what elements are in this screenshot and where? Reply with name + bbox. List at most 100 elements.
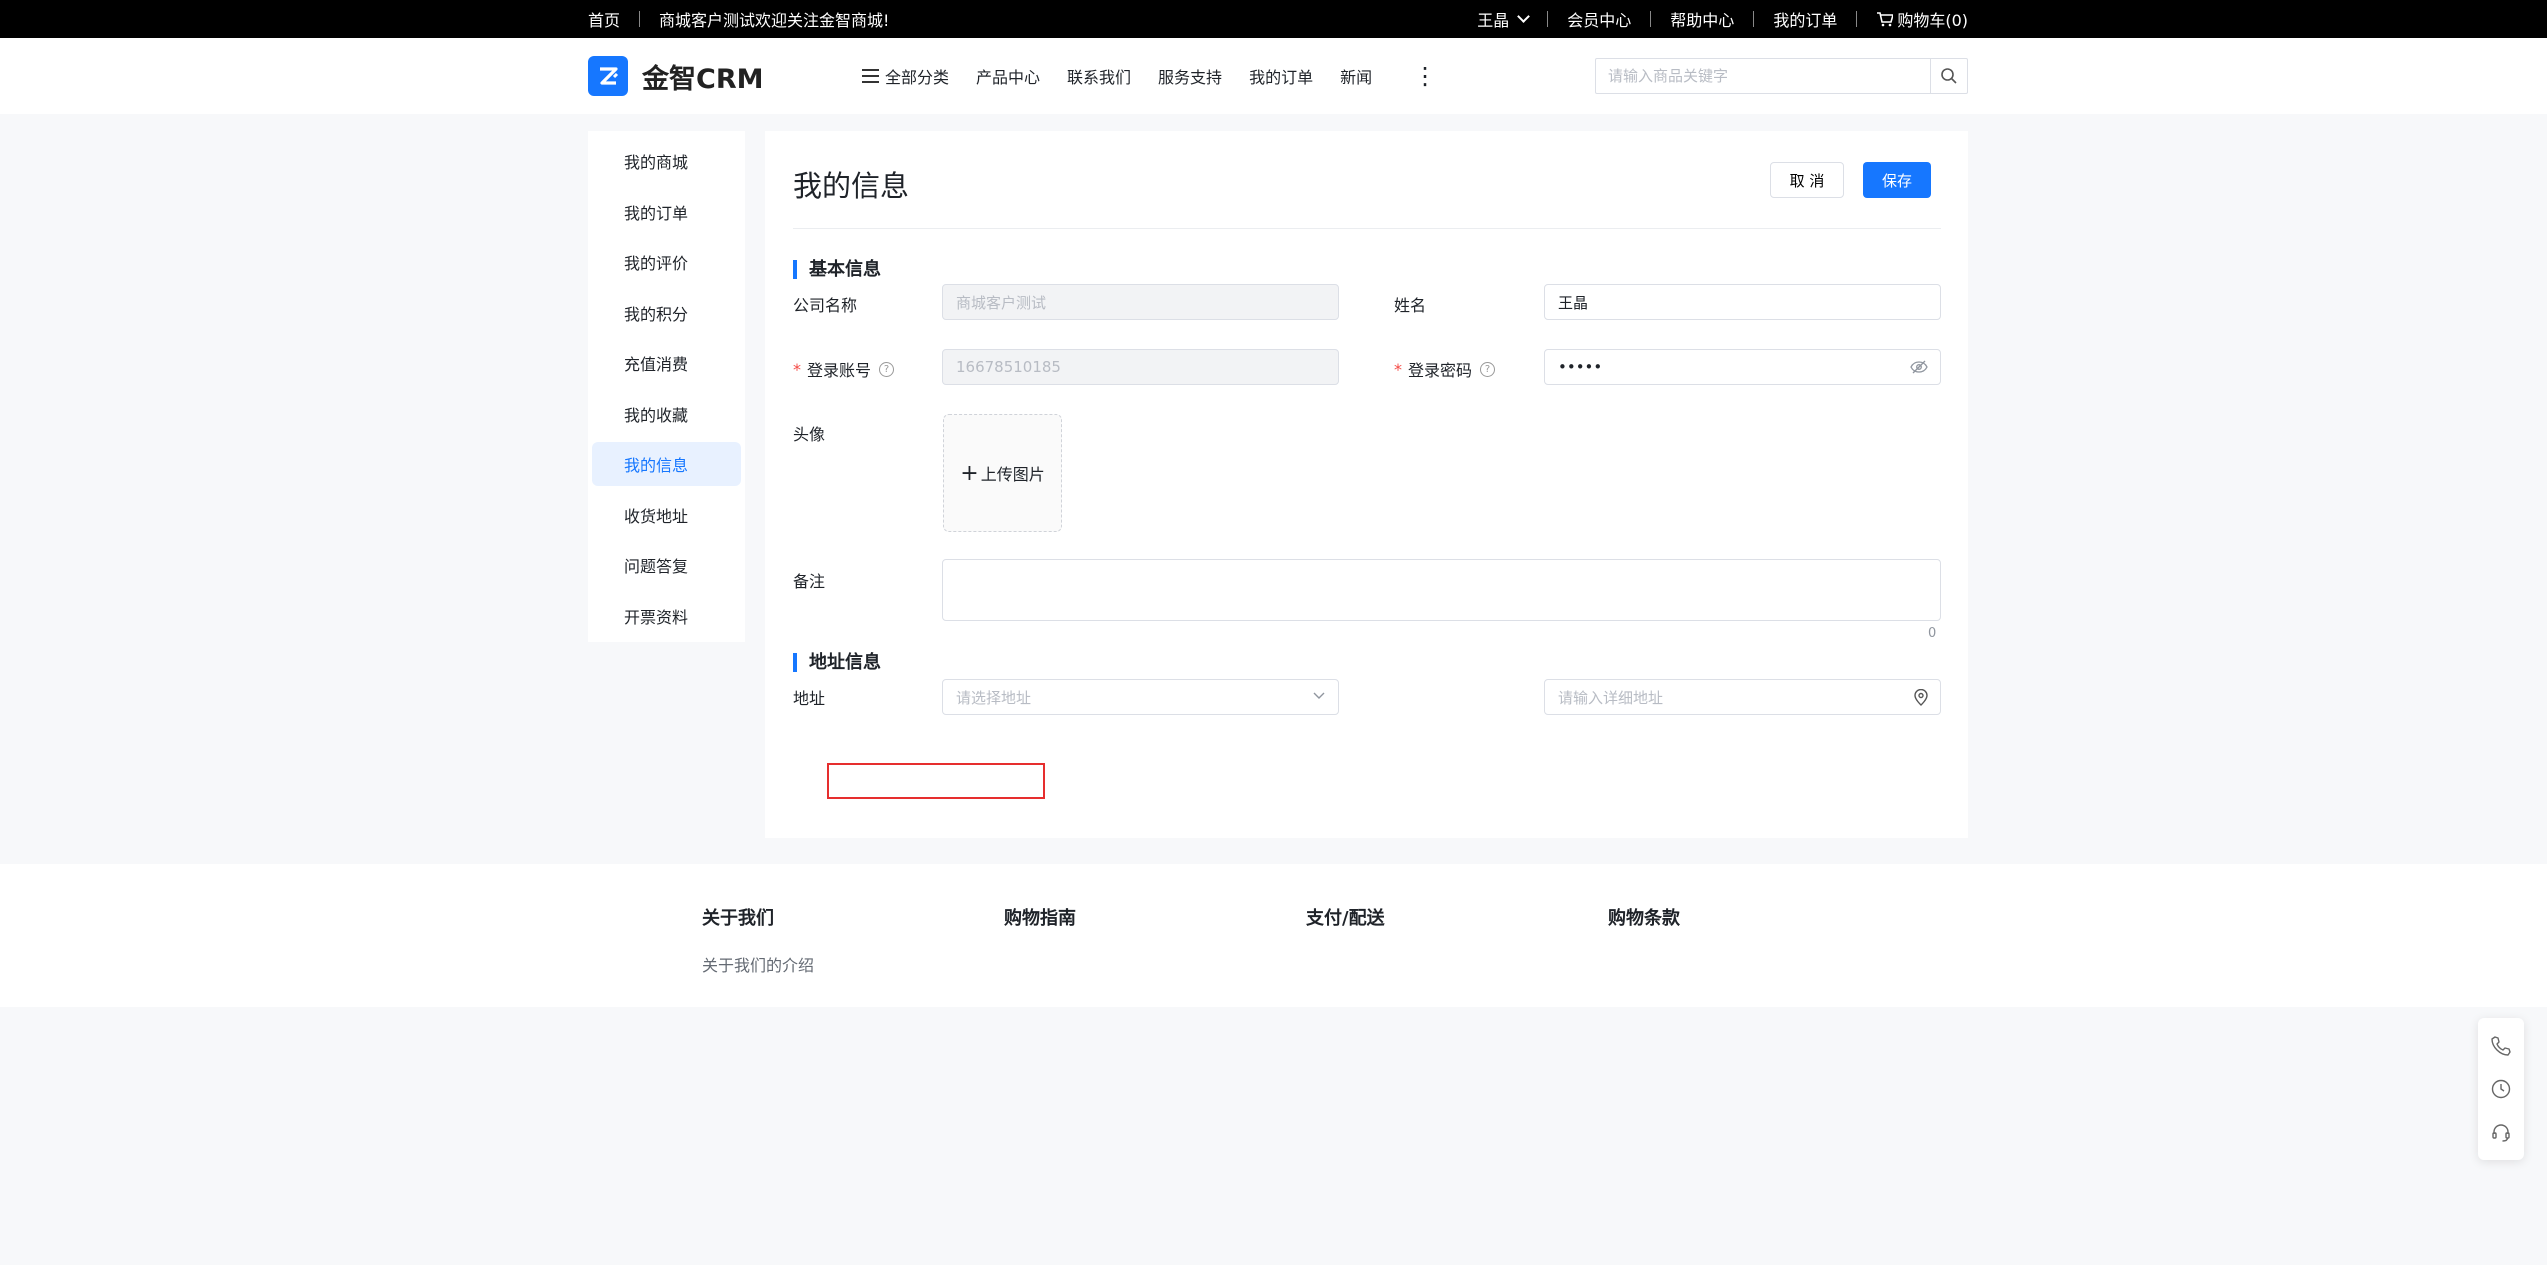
sidebar-item-my-reviews[interactable]: 我的评价 — [592, 240, 741, 284]
help-icon[interactable]: ? — [1480, 361, 1496, 377]
user-menu[interactable]: 王晶 — [1477, 7, 1531, 31]
cart-label: 购物车(0) — [1897, 11, 1968, 30]
my-orders-link[interactable]: 我的订单 — [1773, 7, 1837, 31]
help-center-link[interactable]: 帮助中心 — [1670, 7, 1734, 31]
search-icon — [1941, 68, 1957, 84]
footer-col-payment: 支付/配送 — [1306, 904, 1385, 930]
address-label-text: 地址 — [793, 689, 826, 708]
footer-heading-terms: 购物条款 — [1608, 908, 1680, 929]
chevron-down-icon — [1313, 692, 1325, 699]
company-field: 商城客户测试 — [942, 284, 1339, 320]
address-label: 地址 — [793, 685, 825, 709]
nav-service[interactable]: 服务支持 — [1158, 64, 1222, 88]
footer-col-about: 关于我们 关于我们的介绍 — [702, 904, 814, 976]
chevron-down-icon — [1517, 10, 1531, 23]
sidebar-item-invoice[interactable]: 开票资料 — [592, 594, 741, 638]
main-nav: 全部分类 产品中心 联系我们 服务支持 我的订单 新闻 ⋮ — [862, 38, 1437, 114]
eye-off-icon[interactable] — [1910, 359, 1928, 375]
footer-heading-about: 关于我们 — [702, 908, 774, 929]
page-title: 我的信息 — [793, 169, 910, 203]
nav-all-categories[interactable]: 全部分类 — [862, 64, 949, 88]
name-value: 王晶 — [1558, 293, 1589, 312]
divider — [793, 228, 1941, 229]
sidebar-item-shipping-address[interactable]: 收货地址 — [592, 493, 741, 537]
header: 金智CRM 全部分类 产品中心 联系我们 服务支持 我的订单 新闻 ⋮ — [0, 38, 2547, 114]
divider — [639, 11, 641, 27]
company-label-text: 公司名称 — [793, 296, 858, 315]
sidebar-item-qa[interactable]: 问题答复 — [592, 543, 741, 587]
search-box — [1595, 58, 1968, 94]
headset-icon[interactable] — [2490, 1121, 2512, 1143]
sidebar-item-favorites[interactable]: 我的收藏 — [592, 392, 741, 436]
nav-news[interactable]: 新闻 — [1340, 64, 1372, 88]
name-field[interactable]: 王晶 — [1544, 284, 1941, 320]
detail-address-input[interactable]: 请输入详细地址 — [1544, 679, 1941, 715]
upload-label: 上传图片 — [980, 465, 1045, 484]
account-label-text: 登录账号 — [807, 361, 872, 380]
member-center-link[interactable]: 会员中心 — [1567, 7, 1631, 31]
basic-info-section-title: 基本信息 — [793, 260, 881, 279]
address-select[interactable]: 请选择地址 — [942, 679, 1339, 715]
sidebar-item-my-points[interactable]: 我的积分 — [592, 291, 741, 335]
cancel-button[interactable]: 取 消 — [1770, 162, 1844, 198]
divider — [1856, 11, 1858, 27]
footer-heading-payment: 支付/配送 — [1306, 908, 1385, 929]
divider — [1547, 11, 1549, 27]
footer: 关于我们 关于我们的介绍 购物指南 支付/配送 购物条款 — [0, 864, 2547, 1007]
logo-text: 金智CRM — [642, 63, 764, 95]
sidebar-item-recharge[interactable]: 充值消费 — [592, 341, 741, 385]
nav-contact[interactable]: 联系我们 — [1067, 64, 1131, 88]
company-value: 商城客户测试 — [956, 293, 1047, 312]
search-input[interactable] — [1596, 59, 1930, 93]
remark-textarea[interactable] — [942, 559, 1941, 621]
plus-icon: + — [960, 460, 979, 486]
divider — [1650, 11, 1652, 27]
sidebar-item-my-info[interactable]: 我的信息 — [592, 442, 741, 486]
account-label: * 登录账号 ? — [793, 357, 895, 381]
location-pin-icon[interactable] — [1914, 689, 1928, 706]
logo[interactable]: 金智CRM — [588, 56, 763, 96]
name-label-text: 姓名 — [1394, 296, 1427, 315]
detail-address-placeholder: 请输入详细地址 — [1558, 688, 1664, 707]
address-section-title: 地址信息 — [793, 653, 881, 672]
sidebar: 我的商城 我的订单 我的评价 我的积分 充值消费 我的收藏 我的信息 收货地址 … — [588, 131, 745, 642]
account-field: 16678510185 — [942, 349, 1339, 385]
remark-label-text: 备注 — [793, 572, 826, 591]
name-label: 姓名 — [1394, 292, 1426, 316]
remark-label: 备注 — [793, 568, 825, 592]
nav-all-categories-label: 全部分类 — [885, 68, 950, 87]
phone-icon[interactable] — [2490, 1035, 2512, 1057]
required-mark: * — [1394, 359, 1402, 379]
more-menu-icon[interactable]: ⋮ — [1413, 64, 1437, 88]
footer-link-about[interactable]: 关于我们的介绍 — [702, 952, 814, 976]
footer-heading-guide: 购物指南 — [1004, 908, 1076, 929]
sidebar-item-my-orders[interactable]: 我的订单 — [592, 190, 741, 234]
logo-icon — [588, 56, 628, 96]
avatar-label-text: 头像 — [793, 425, 826, 444]
cart-icon — [1877, 11, 1894, 26]
password-label-text: 登录密码 — [1408, 361, 1473, 380]
char-counter: 0 — [1928, 626, 1937, 641]
list-icon — [862, 69, 879, 83]
cart-link[interactable]: 购物车(0) — [1876, 7, 1968, 31]
search-button[interactable] — [1930, 59, 1967, 93]
company-label: 公司名称 — [793, 292, 857, 316]
address-placeholder: 请选择地址 — [956, 688, 1032, 707]
help-icon[interactable]: ? — [879, 361, 895, 377]
user-name: 王晶 — [1477, 11, 1510, 30]
account-value: 16678510185 — [956, 358, 1061, 376]
profile-card: 我的信息 取 消 保存 基本信息 公司名称 商城客户测试 姓名 王晶 * 登录账… — [765, 131, 1968, 838]
welcome-text: 商城客户测试欢迎关注金智商城! — [659, 11, 890, 30]
avatar-upload[interactable]: + 上传图片 — [943, 414, 1062, 532]
password-field[interactable]: ••••• — [1544, 349, 1941, 385]
nav-orders[interactable]: 我的订单 — [1249, 64, 1313, 88]
sidebar-item-my-mall[interactable]: 我的商城 — [592, 139, 741, 183]
required-mark: * — [793, 359, 801, 379]
clock-icon[interactable] — [2490, 1078, 2512, 1100]
nav-products[interactable]: 产品中心 — [976, 64, 1040, 88]
save-button[interactable]: 保存 — [1863, 162, 1931, 198]
floating-contact-widget — [2478, 1018, 2524, 1160]
home-link[interactable]: 首页 — [588, 7, 620, 31]
avatar-label: 头像 — [793, 421, 825, 445]
password-value: ••••• — [1558, 358, 1603, 376]
